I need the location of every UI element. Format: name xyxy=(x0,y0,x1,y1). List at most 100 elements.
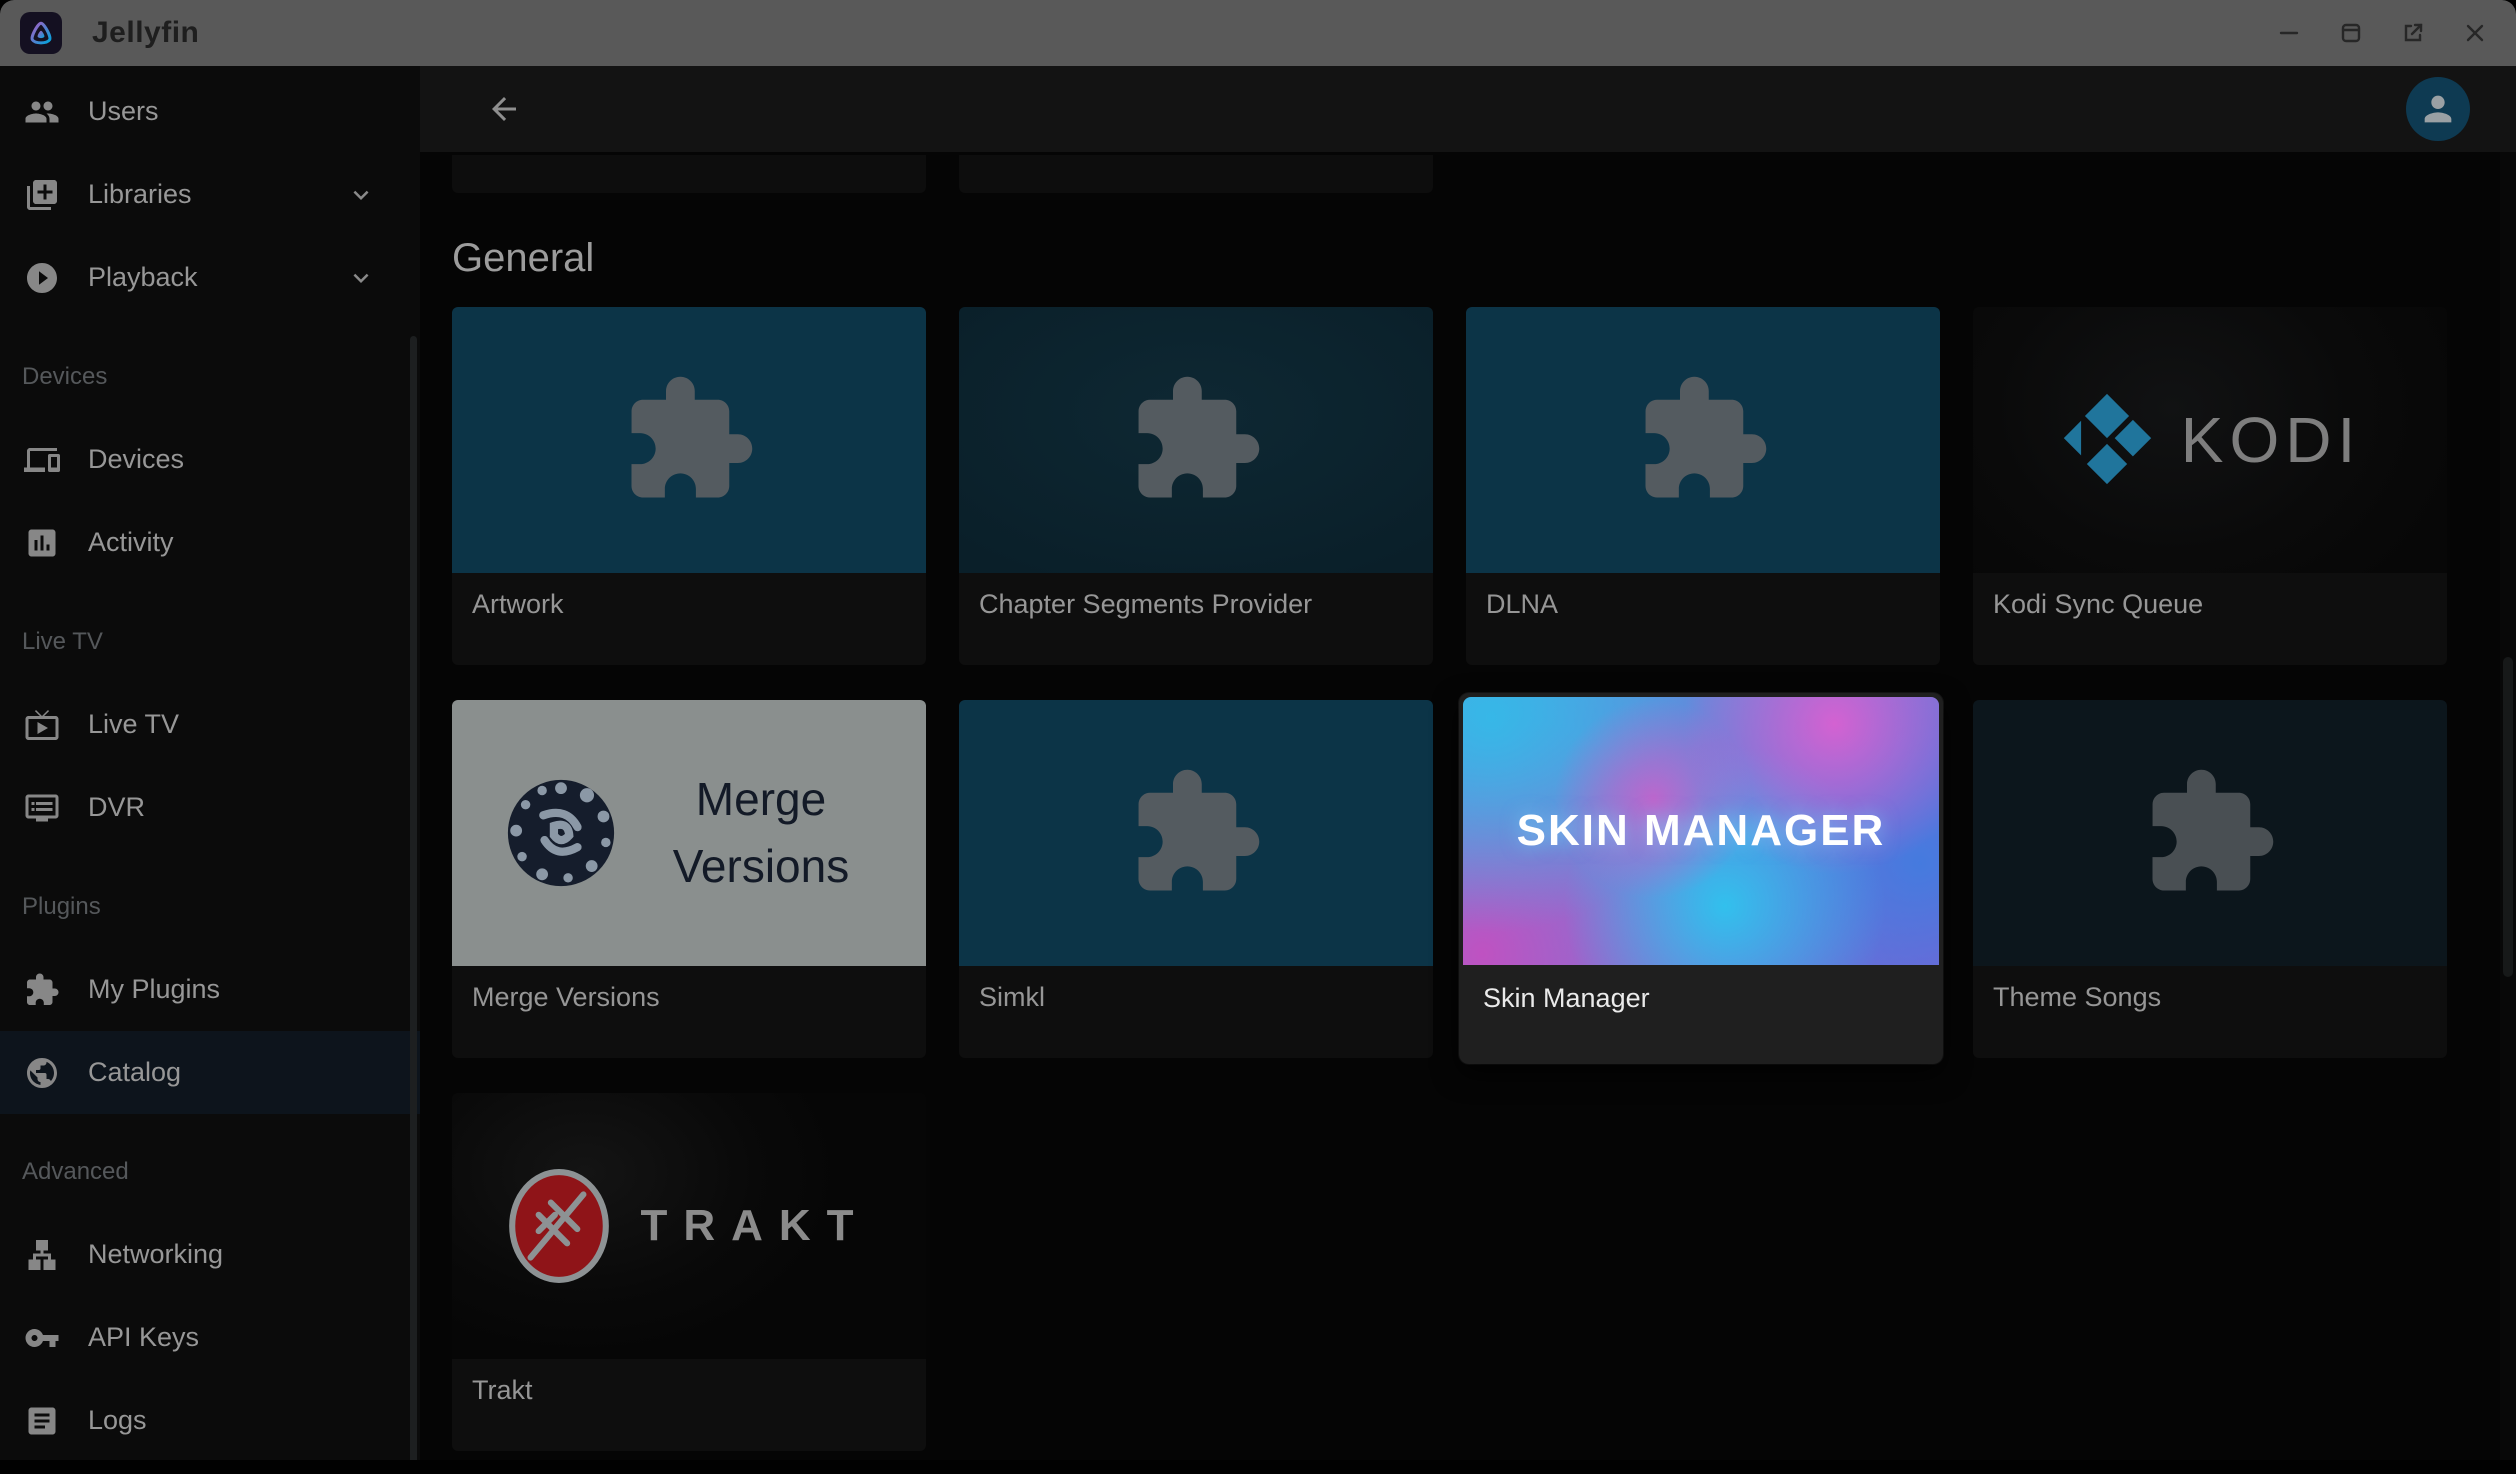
restore-button[interactable] xyxy=(2338,20,2364,46)
sidebar-item-label: Activity xyxy=(88,527,174,558)
sidebar-item-activity[interactable]: Activity xyxy=(0,501,420,584)
sidebar-item-libraries[interactable]: Libraries xyxy=(0,153,420,236)
play-circle-icon xyxy=(24,260,60,296)
sidebar-item-catalog[interactable]: Catalog xyxy=(0,1031,420,1114)
sidebar-item-label: Users xyxy=(88,96,159,127)
puzzle-icon xyxy=(1127,764,1265,902)
plugin-card-trakt[interactable]: TRAKT Trakt xyxy=(452,1093,926,1451)
window-bottom-edge xyxy=(0,1460,2516,1474)
sidebar-section-advanced: Advanced xyxy=(0,1130,420,1213)
activity-chart-icon xyxy=(24,525,60,561)
trakt-logo-icon xyxy=(508,1168,610,1284)
plugin-card-kodi-sync-queue[interactable]: KODI Kodi Sync Queue xyxy=(1973,307,2447,665)
logs-icon xyxy=(24,1403,60,1439)
sidebar-item-label: Logs xyxy=(88,1405,147,1436)
sidebar-item-label: DVR xyxy=(88,792,145,823)
titlebar: Jellyfin xyxy=(0,0,2516,66)
window-restore-icon xyxy=(2339,21,2363,45)
sidebar-item-api-keys[interactable]: API Keys xyxy=(0,1296,420,1379)
partial-card[interactable] xyxy=(452,155,926,193)
sidebar-section-live-tv: Live TV xyxy=(0,600,420,683)
minimize-button[interactable] xyxy=(2276,20,2302,46)
plugin-thumbnail: KODI xyxy=(1973,307,2447,573)
kodi-logo-icon xyxy=(2059,392,2155,488)
sidebar-item-label: API Keys xyxy=(88,1322,199,1353)
puzzle-icon xyxy=(2141,764,2279,902)
network-icon xyxy=(24,1237,60,1273)
sidebar: Users Libraries Playback Devices Devices… xyxy=(0,66,420,1460)
plugin-card-title: Trakt xyxy=(452,1359,926,1451)
plugin-card-title: Skin Manager xyxy=(1463,965,1943,1057)
sidebar-item-label: Devices xyxy=(88,444,184,475)
sidebar-item-users[interactable]: Users xyxy=(0,70,420,153)
plugin-thumbnail xyxy=(959,307,1433,573)
chevron-down-icon[interactable] xyxy=(346,263,376,293)
plugin-thumbnail: Merge Versions xyxy=(452,700,926,966)
plugin-card-dlna[interactable]: DLNA xyxy=(1466,307,1940,665)
user-avatar-button[interactable] xyxy=(2406,77,2470,141)
plugin-card-title: DLNA xyxy=(1466,573,1940,665)
plugin-card-title: Simkl xyxy=(959,966,1433,1058)
plugin-thumbnail xyxy=(1466,307,1940,573)
plugin-card-title: Kodi Sync Queue xyxy=(1973,573,2447,665)
sidebar-item-label: Playback xyxy=(88,262,198,293)
jellyfin-window: Jellyfin Users xyxy=(0,0,2516,1474)
sidebar-item-devices[interactable]: Devices xyxy=(0,418,420,501)
sidebar-item-dvr[interactable]: DVR xyxy=(0,766,420,849)
close-button[interactable] xyxy=(2462,20,2488,46)
plugin-catalog-content: General Artwork Chapter Segments Provide… xyxy=(420,152,2500,1460)
sidebar-scrollbar[interactable] xyxy=(410,336,417,1460)
puzzle-icon xyxy=(620,371,758,509)
arrow-left-icon xyxy=(486,91,522,127)
jellyfin-logo-icon xyxy=(26,18,56,48)
users-icon xyxy=(24,94,60,130)
plugin-thumbnail: TRAKT xyxy=(452,1093,926,1359)
plugin-card-artwork[interactable]: Artwork xyxy=(452,307,926,665)
window-controls xyxy=(2276,20,2488,46)
sidebar-item-label: My Plugins xyxy=(88,974,220,1005)
trakt-wordmark: TRAKT xyxy=(640,1201,869,1251)
window-title: Jellyfin xyxy=(92,16,199,50)
devices-icon xyxy=(24,442,60,478)
appbar xyxy=(420,66,2516,152)
jellyfin-app-icon xyxy=(20,12,62,54)
sidebar-item-live-tv[interactable]: Live TV xyxy=(0,683,420,766)
plugin-card-simkl[interactable]: Simkl xyxy=(959,700,1433,1058)
page-scrollbar-track[interactable] xyxy=(2500,152,2516,1460)
plugin-thumbnail xyxy=(959,700,1433,966)
page-scrollbar-thumb[interactable] xyxy=(2503,657,2513,977)
partial-card[interactable] xyxy=(959,155,1433,193)
merge-versions-wordmark: Merge Versions xyxy=(646,766,876,899)
sidebar-item-my-plugins[interactable]: My Plugins xyxy=(0,948,420,1031)
skin-manager-wordmark: SKIN MANAGER xyxy=(1517,806,1886,856)
live-tv-icon xyxy=(24,707,60,743)
popout-button[interactable] xyxy=(2400,20,2426,46)
plugin-thumbnail: SKIN MANAGER xyxy=(1463,697,1939,965)
plugin-card-merge-versions[interactable]: Merge Versions Merge Versions xyxy=(452,700,926,1058)
sidebar-item-logs[interactable]: Logs xyxy=(0,1379,420,1460)
open-in-new-icon xyxy=(2401,21,2425,45)
category-heading: General xyxy=(452,236,594,281)
key-icon xyxy=(24,1320,60,1356)
sidebar-item-label: Live TV xyxy=(88,709,179,740)
plugin-card-title: Theme Songs xyxy=(1973,966,2447,1058)
person-icon xyxy=(2418,89,2458,129)
plugin-card-chapter-segments[interactable]: Chapter Segments Provider xyxy=(959,307,1433,665)
sidebar-item-playback[interactable]: Playback xyxy=(0,236,420,319)
plugin-card-theme-songs[interactable]: Theme Songs xyxy=(1973,700,2447,1058)
sidebar-item-label: Catalog xyxy=(88,1057,181,1088)
kodi-wordmark: KODI xyxy=(2181,403,2361,477)
sidebar-section-plugins: Plugins xyxy=(0,865,420,948)
sidebar-item-networking[interactable]: Networking xyxy=(0,1213,420,1296)
sidebar-item-label: Libraries xyxy=(88,179,192,210)
merge-versions-logo-icon xyxy=(502,774,620,892)
sidebar-section-devices: Devices xyxy=(0,335,420,418)
back-button[interactable] xyxy=(484,89,524,129)
plugin-thumbnail xyxy=(1973,700,2447,966)
plugin-card-title: Artwork xyxy=(452,573,926,665)
plugin-card-skin-manager[interactable]: SKIN MANAGER Skin Manager xyxy=(1459,693,1943,1064)
chevron-down-icon[interactable] xyxy=(346,180,376,210)
puzzle-icon xyxy=(24,972,60,1008)
puzzle-icon xyxy=(1127,371,1265,509)
puzzle-icon xyxy=(1634,371,1772,509)
